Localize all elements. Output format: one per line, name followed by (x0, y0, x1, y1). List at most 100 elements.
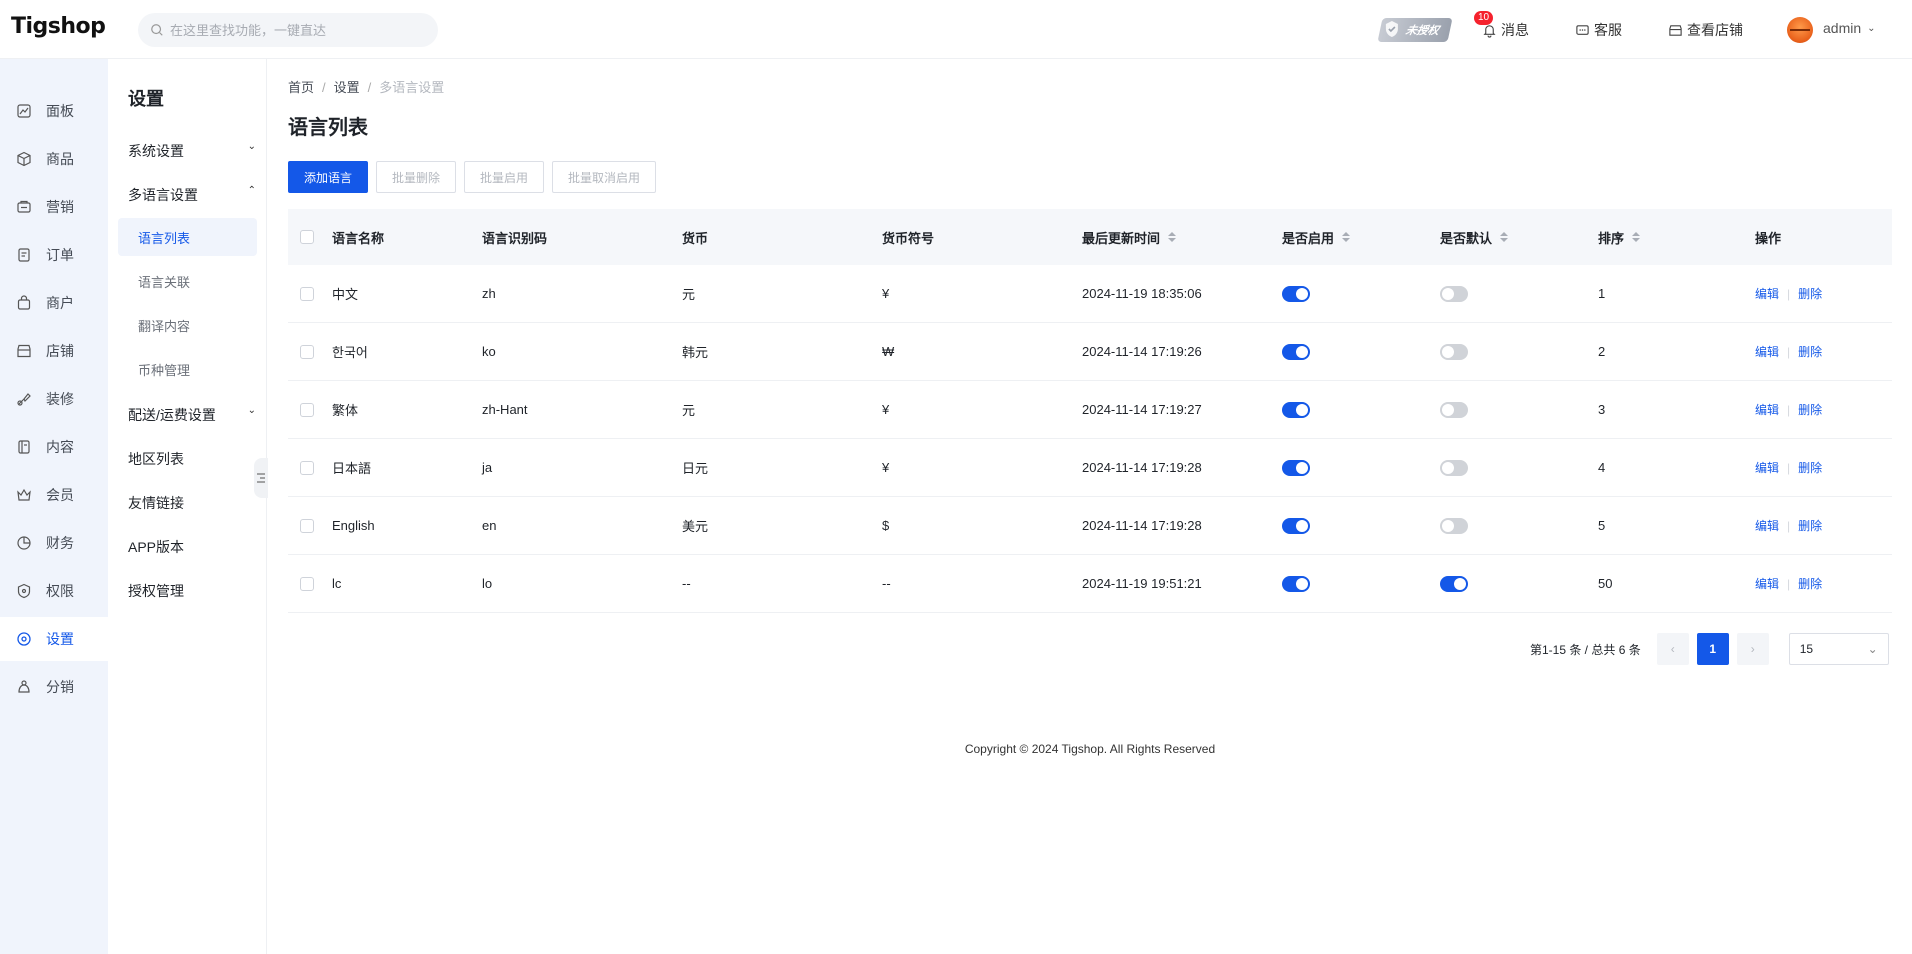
enabled-toggle[interactable] (1282, 575, 1310, 592)
subnav-item-language-link[interactable]: 语言关联 (118, 262, 257, 300)
page-button-current[interactable]: 1 (1696, 633, 1729, 665)
enabled-toggle[interactable] (1282, 401, 1310, 418)
sort-icon[interactable] (1342, 232, 1351, 242)
sidebar-item-marketing[interactable]: 营销 (0, 185, 108, 229)
megaphone-icon (17, 200, 31, 213)
subnav-group-system[interactable]: 系统设置 ⌄ (128, 141, 256, 161)
row-checkbox[interactable] (300, 402, 314, 417)
default-toggle[interactable] (1440, 401, 1468, 418)
delete-link[interactable]: 删除 (1798, 459, 1822, 476)
sidebar-item-stores[interactable]: 店铺 (0, 329, 108, 373)
edit-link[interactable]: 编辑 (1755, 401, 1779, 418)
row-checkbox[interactable] (300, 344, 314, 359)
edit-link[interactable]: 编辑 (1755, 517, 1779, 534)
default-toggle[interactable] (1440, 285, 1468, 302)
table-row: 한국어 ko 韩元 ₩ 2024-11-14 17:19:26 2 编辑 | 删除 (288, 323, 1892, 381)
breadcrumb-settings[interactable]: 设置 (334, 80, 360, 95)
default-toggle[interactable] (1440, 517, 1468, 534)
default-toggle[interactable] (1440, 575, 1468, 592)
edit-link[interactable]: 编辑 (1755, 459, 1779, 476)
subnav-group-multilang[interactable]: 多语言设置 ⌃ (128, 185, 256, 205)
service-button[interactable]: 客服 (1575, 20, 1622, 40)
sidebar-item-decoration[interactable]: 装修 (0, 377, 108, 421)
bag-icon (17, 295, 31, 310)
default-toggle[interactable] (1440, 459, 1468, 476)
edit-link[interactable]: 编辑 (1755, 285, 1779, 302)
sidebar-item-members[interactable]: 会员 (0, 473, 108, 517)
subnav-item-license[interactable]: 授权管理 (128, 581, 256, 601)
prev-page-button[interactable]: ‹ (1656, 633, 1689, 665)
subnav-item-currency[interactable]: 币种管理 (118, 350, 257, 388)
delete-link[interactable]: 删除 (1798, 517, 1822, 534)
page-title: 语言列表 (288, 117, 368, 139)
search-box[interactable] (138, 13, 438, 47)
enabled-toggle[interactable] (1282, 517, 1310, 534)
auth-status-badge[interactable]: 未授权 (1377, 18, 1453, 42)
row-checkbox[interactable] (300, 576, 314, 591)
next-page-button[interactable]: › (1736, 633, 1769, 665)
sidebar-item-content[interactable]: 内容 (0, 425, 108, 469)
avatar[interactable] (1787, 17, 1813, 43)
subnav-item-language-list[interactable]: 语言列表 (118, 218, 257, 256)
edit-link[interactable]: 编辑 (1755, 575, 1779, 592)
sidebar-item-merchants[interactable]: 商户 (0, 281, 108, 325)
batch-delete-button[interactable]: 批量删除 (376, 161, 457, 193)
enabled-toggle[interactable] (1282, 459, 1310, 476)
sidebar-item-finance[interactable]: 财务 (0, 521, 108, 565)
delete-link[interactable]: 删除 (1798, 401, 1822, 418)
sort-icon[interactable] (1168, 232, 1177, 242)
cell-sort: 5 (1598, 518, 1606, 533)
primary-sidebar: 面板 商品 营销 订单 商户 店铺 装修 内容 会员 财务 权限 设置 分销 (0, 59, 108, 954)
sidebar-item-distribution[interactable]: 分销 (0, 665, 108, 709)
logo[interactable]: Tigshop (11, 14, 106, 39)
default-toggle[interactable] (1440, 343, 1468, 360)
col-enabled[interactable]: 是否启用 (1282, 228, 1440, 247)
page-size-select[interactable]: 15 ⌄ (1788, 633, 1889, 665)
sort-icon[interactable] (1632, 232, 1641, 242)
breadcrumb-home[interactable]: 首页 (288, 80, 314, 95)
subnav-item-region[interactable]: 地区列表 (128, 449, 256, 469)
cell-name: 中文 (332, 287, 359, 302)
row-checkbox[interactable] (300, 460, 314, 475)
row-checkbox[interactable] (300, 518, 314, 533)
edit-link[interactable]: 编辑 (1755, 343, 1779, 360)
batch-disable-button[interactable]: 批量取消启用 (552, 161, 657, 193)
sidebar-item-orders[interactable]: 订单 (0, 233, 108, 277)
auth-badge-label: 未授权 (1404, 25, 1441, 37)
col-default[interactable]: 是否默认 (1440, 228, 1598, 247)
col-sort[interactable]: 排序 (1598, 228, 1755, 247)
subnav-group-label: APP版本 (128, 539, 185, 555)
col-updated[interactable]: 最后更新时间 (1082, 228, 1282, 247)
cell-ops: 编辑 | 删除 (1755, 517, 1823, 534)
cell-ops: 编辑 | 删除 (1755, 459, 1823, 476)
subnav-item-friend-links[interactable]: 友情链接 (128, 493, 256, 513)
sort-icon[interactable] (1500, 232, 1509, 242)
enabled-toggle[interactable] (1282, 343, 1310, 360)
subnav-item-app-version[interactable]: APP版本 (128, 537, 256, 557)
view-store-button[interactable]: 查看店铺 (1668, 20, 1743, 40)
add-language-button[interactable]: 添加语言 (288, 161, 369, 193)
search-input[interactable] (170, 22, 410, 38)
batch-enable-button[interactable]: 批量启用 (464, 161, 545, 193)
delete-link[interactable]: 删除 (1798, 285, 1822, 302)
sidebar-item-dashboard[interactable]: 面板 (0, 89, 108, 133)
delete-link[interactable]: 删除 (1798, 575, 1822, 592)
select-all-checkbox[interactable] (300, 230, 314, 244)
sidebar-item-settings[interactable]: 设置 (0, 617, 108, 661)
enabled-toggle[interactable] (1282, 285, 1310, 302)
collapse-sidebar-button[interactable] (254, 458, 268, 498)
cell-symbol: ¥ (882, 402, 890, 417)
service-label: 客服 (1594, 22, 1622, 38)
messages-button[interactable]: 10 消息 (1474, 11, 1529, 40)
user-menu[interactable]: admin ⌄ (1823, 20, 1876, 36)
shield-icon (1384, 20, 1400, 41)
chat-icon (1576, 24, 1589, 35)
delete-link[interactable]: 删除 (1798, 343, 1822, 360)
row-checkbox[interactable] (300, 286, 314, 301)
sidebar-item-permissions[interactable]: 权限 (0, 569, 108, 613)
subnav-group-label: 友情链接 (128, 495, 184, 511)
sidebar-item-products[interactable]: 商品 (0, 137, 108, 181)
subnav-item-translation[interactable]: 翻译内容 (118, 306, 257, 344)
col-currency: 货币 (682, 230, 709, 246)
subnav-group-shipping[interactable]: 配送/运费设置 ⌄ (128, 405, 256, 425)
